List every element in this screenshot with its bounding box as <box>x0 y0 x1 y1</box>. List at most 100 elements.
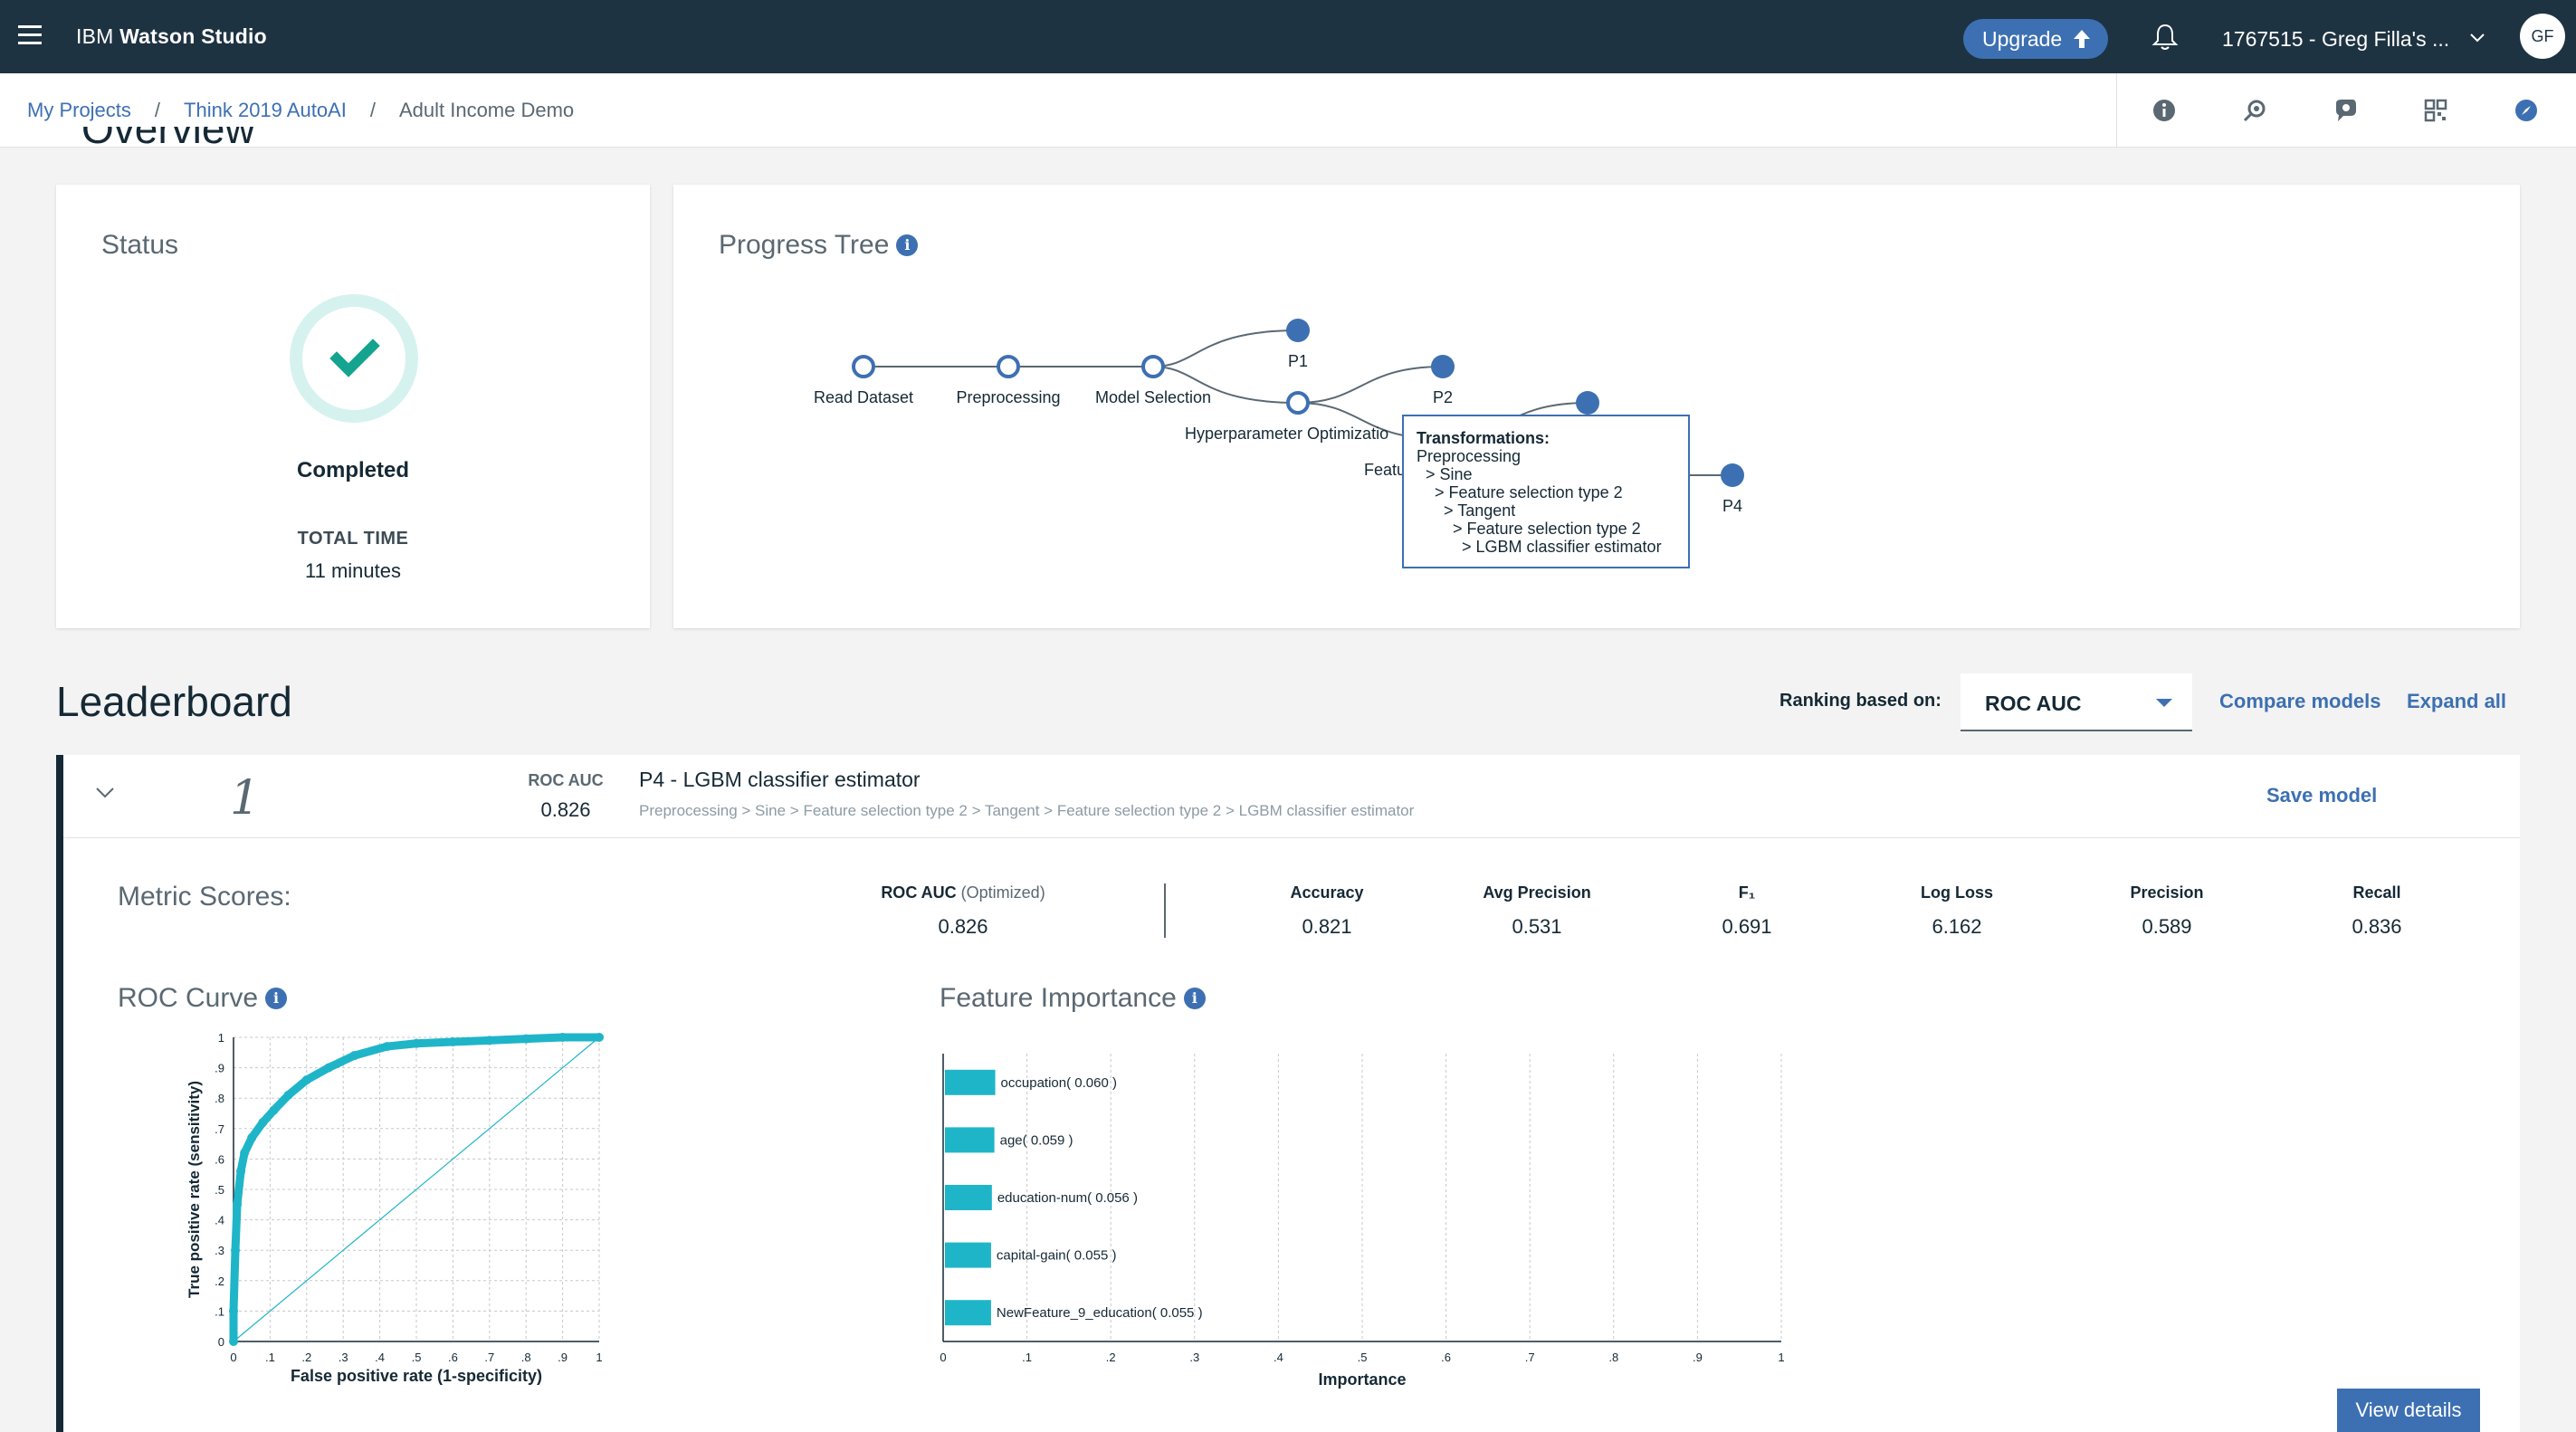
notification-bell-icon[interactable] <box>2150 22 2180 53</box>
tree-node-read-dataset[interactable] <box>852 355 875 378</box>
tree-label-hpo: Hyperparameter Optimizatio <box>1185 425 1388 443</box>
breadcrumb-current: Adult Income Demo <box>398 99 575 121</box>
roc-x-tick-label: .6 <box>448 1351 458 1364</box>
roc-y-tick-label: .9 <box>215 1062 224 1075</box>
fi-bar-label: capital-gain( 0.055 ) <box>997 1248 1117 1264</box>
ranking-metric-select[interactable]: ROC AUC <box>1961 673 2192 731</box>
roc-x-tick-label: 1 <box>596 1351 602 1364</box>
roc-x-axis-label: False positive rate (1-specificity) <box>291 1367 542 1385</box>
leaderboard-row-header[interactable]: 1 ROC AUC 0.826 P4 - LGBM classifier est… <box>63 755 2520 838</box>
roc-point <box>269 1105 279 1115</box>
roc-x-tick-label: .4 <box>375 1351 385 1364</box>
fi-bar <box>945 1127 995 1153</box>
roc-y-tick-label: 1 <box>218 1031 224 1045</box>
tree-node-p2[interactable] <box>1431 355 1455 378</box>
total-time-value: 11 minutes <box>305 559 401 582</box>
tree-label-read-dataset: Read Dataset <box>814 388 913 406</box>
tree-node-model-selection[interactable] <box>1141 355 1165 378</box>
roc-point <box>301 1075 311 1085</box>
expand-all-link[interactable]: Expand all <box>2407 690 2506 713</box>
apps-grid-icon[interactable] <box>2421 96 2450 125</box>
tree-label-preprocessing: Preprocessing <box>956 388 1060 406</box>
fi-x-tick-label: 0 <box>940 1351 946 1364</box>
tooltip-line: > Tangent <box>1444 501 1516 520</box>
breadcrumb-my-projects[interactable]: My Projects <box>27 99 131 121</box>
tree-node-hpo[interactable] <box>1286 391 1310 415</box>
roc-x-tick-label: .9 <box>558 1351 568 1364</box>
roc-x-tick-label: .3 <box>339 1351 348 1364</box>
chevron-down-icon[interactable] <box>94 786 116 800</box>
roc-y-tick-label: 0 <box>218 1335 224 1349</box>
tree-label-model-selection: Model Selection <box>1095 388 1211 406</box>
roc-point <box>229 1306 238 1316</box>
compass-icon[interactable] <box>2512 96 2541 125</box>
info-icon[interactable]: i <box>1183 988 1206 1009</box>
roc-point <box>236 1166 246 1176</box>
fi-x-tick-label: .6 <box>1441 1351 1451 1364</box>
fi-x-tick-label: .1 <box>1022 1351 1032 1364</box>
roc-y-tick-label: .6 <box>215 1152 224 1166</box>
chat-icon[interactable] <box>2331 96 2360 125</box>
roc-point <box>521 1034 531 1044</box>
leaderboard-row-expanded: 1 ROC AUC 0.826 P4 - LGBM classifier est… <box>56 755 2520 1432</box>
metric-divider <box>1164 883 1166 938</box>
save-model-link[interactable]: Save model <box>2266 784 2377 807</box>
roc-point <box>484 1036 494 1045</box>
total-time-label: TOTAL TIME <box>297 529 409 549</box>
overview-heading: Overview <box>81 127 255 152</box>
tooltip-line: Preprocessing <box>1417 447 1522 465</box>
roc-x-tick-label: 0 <box>230 1351 236 1364</box>
account-switcher[interactable]: 1767515 - Greg Filla's ... <box>2222 27 2449 52</box>
check-circle <box>302 307 405 410</box>
ranking-selected-value: ROC AUC <box>1985 692 2082 715</box>
upgrade-label: Upgrade <box>1982 27 2063 51</box>
info-icon[interactable]: i <box>265 988 288 1009</box>
view-details-button[interactable]: View details <box>2337 1389 2480 1432</box>
caret-down-icon <box>2156 699 2172 707</box>
roc-point <box>258 1118 268 1128</box>
fi-x-tick-label: .9 <box>1693 1351 1703 1364</box>
top-navigation-bar: IBM Watson Studio Upgrade 1767515 - Greg… <box>0 0 2576 73</box>
search-settings-icon[interactable] <box>2240 96 2269 125</box>
roc-y-tick-label: .1 <box>215 1304 224 1318</box>
tree-node-p4[interactable] <box>1721 463 1744 487</box>
fi-x-tick-label: .8 <box>1608 1351 1618 1364</box>
compare-models-link[interactable]: Compare models <box>2219 690 2381 713</box>
tree-node-preprocessing[interactable] <box>997 355 1020 378</box>
roc-point <box>412 1038 421 1048</box>
roc-y-tick-label: .2 <box>215 1274 224 1288</box>
roc-y-tick-label: .5 <box>215 1183 224 1197</box>
roc-curve-title: ROC Curve i <box>118 983 288 1014</box>
fi-x-tick-label: .5 <box>1358 1351 1368 1364</box>
progress-tree-card: Progress Tree i Read Dataset Preprocessin… <box>673 185 2520 628</box>
tooltip-line: > Feature selection type 2 <box>1453 520 1641 538</box>
info-icon[interactable] <box>2150 96 2179 125</box>
hamburger-menu-icon[interactable] <box>18 25 42 45</box>
toolbar-icons <box>2116 73 2576 148</box>
roc-y-tick-label: .8 <box>215 1092 224 1105</box>
roc-x-tick-label: .5 <box>412 1351 422 1364</box>
upgrade-button[interactable]: Upgrade <box>1963 19 2108 59</box>
fi-bar-label: occupation( 0.060 ) <box>1001 1075 1117 1091</box>
rank-number: 1 <box>230 771 261 826</box>
breadcrumb-project[interactable]: Think 2019 AutoAI <box>184 99 347 121</box>
fi-x-axis-label: Importance <box>1318 1370 1406 1389</box>
roc-point <box>229 1337 238 1346</box>
tree-node-p1[interactable] <box>1286 319 1310 342</box>
fi-bar-label: NewFeature_9_education( 0.055 ) <box>997 1305 1203 1321</box>
checkmark-icon <box>329 339 380 377</box>
tree-node-p3[interactable] <box>1576 391 1599 415</box>
chevron-down-icon[interactable] <box>2469 33 2485 43</box>
metric-precision: Precision 0.589 <box>2130 883 2204 938</box>
roc-y-tick-label: .4 <box>215 1214 224 1227</box>
roc-x-tick-label: .7 <box>484 1351 494 1364</box>
transformations-tooltip: Transformations: Preprocessing > Sine > … <box>1402 415 1690 568</box>
roc-y-tick-label: .3 <box>215 1244 224 1257</box>
status-card: Status Completed TOTAL TIME 11 minutes <box>56 185 650 628</box>
metric-avg-precision: Avg Precision 0.531 <box>1483 883 1591 938</box>
leaderboard-title: Leaderboard <box>56 678 292 725</box>
product-brand[interactable]: IBM Watson Studio <box>76 24 267 49</box>
roc-y-axis-label: True positive rate (sensitivity) <box>186 1081 203 1298</box>
user-avatar[interactable]: GF <box>2520 14 2565 59</box>
breadcrumb-bar: My Projects / Think 2019 AutoAI / Adult Inco… <box>0 73 2576 148</box>
